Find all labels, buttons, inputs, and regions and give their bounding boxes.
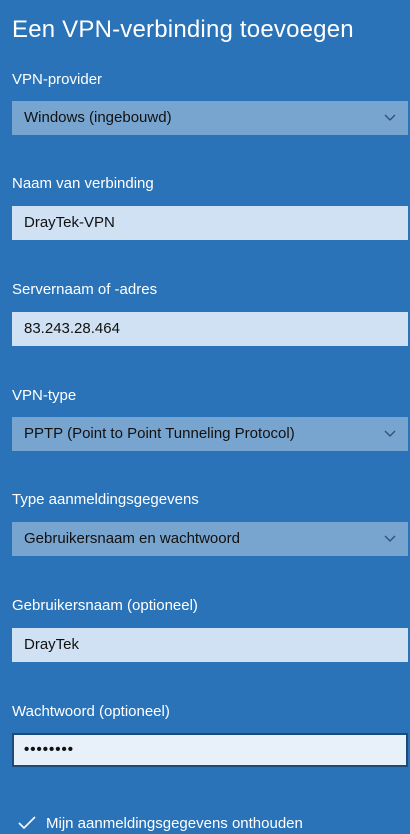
vpn-provider-value: Windows (ingebouwd) [24,109,172,126]
password-input[interactable]: •••••••• [12,733,408,767]
checkmark-icon [18,816,36,830]
username-input[interactable]: DrayTek [12,628,408,662]
vpn-provider-select[interactable]: Windows (ingebouwd) [12,101,408,135]
password-masked-value: •••••••• [24,741,75,758]
password-label: Wachtwoord (optioneel) [12,703,170,720]
connection-name-input[interactable]: DrayTek-VPN [12,206,408,240]
chevron-down-icon [382,417,398,451]
chevron-down-icon [382,101,398,135]
chevron-down-icon [382,522,398,556]
signin-type-value: Gebruikersnaam en wachtwoord [24,530,240,547]
connection-name-label: Naam van verbinding [12,175,154,192]
vpn-type-label: VPN-type [12,387,77,404]
vpn-provider-label: VPN-provider [12,71,103,88]
server-address-input[interactable]: 83.243.28.464 [12,312,408,346]
signin-type-select[interactable]: Gebruikersnaam en wachtwoord [12,522,408,556]
signin-type-label: Type aanmeldingsgegevens [12,491,199,508]
remember-credentials-label: Mijn aanmeldingsgegevens onthouden [46,815,303,832]
vpn-type-select[interactable]: PPTP (Point to Point Tunneling Protocol) [12,417,408,451]
username-label: Gebruikersnaam (optioneel) [12,597,198,614]
vpn-type-value: PPTP (Point to Point Tunneling Protocol) [24,425,295,442]
server-address-label: Servernaam of -adres [12,281,158,298]
page-title: Een VPN-verbinding toevoegen [12,16,354,43]
